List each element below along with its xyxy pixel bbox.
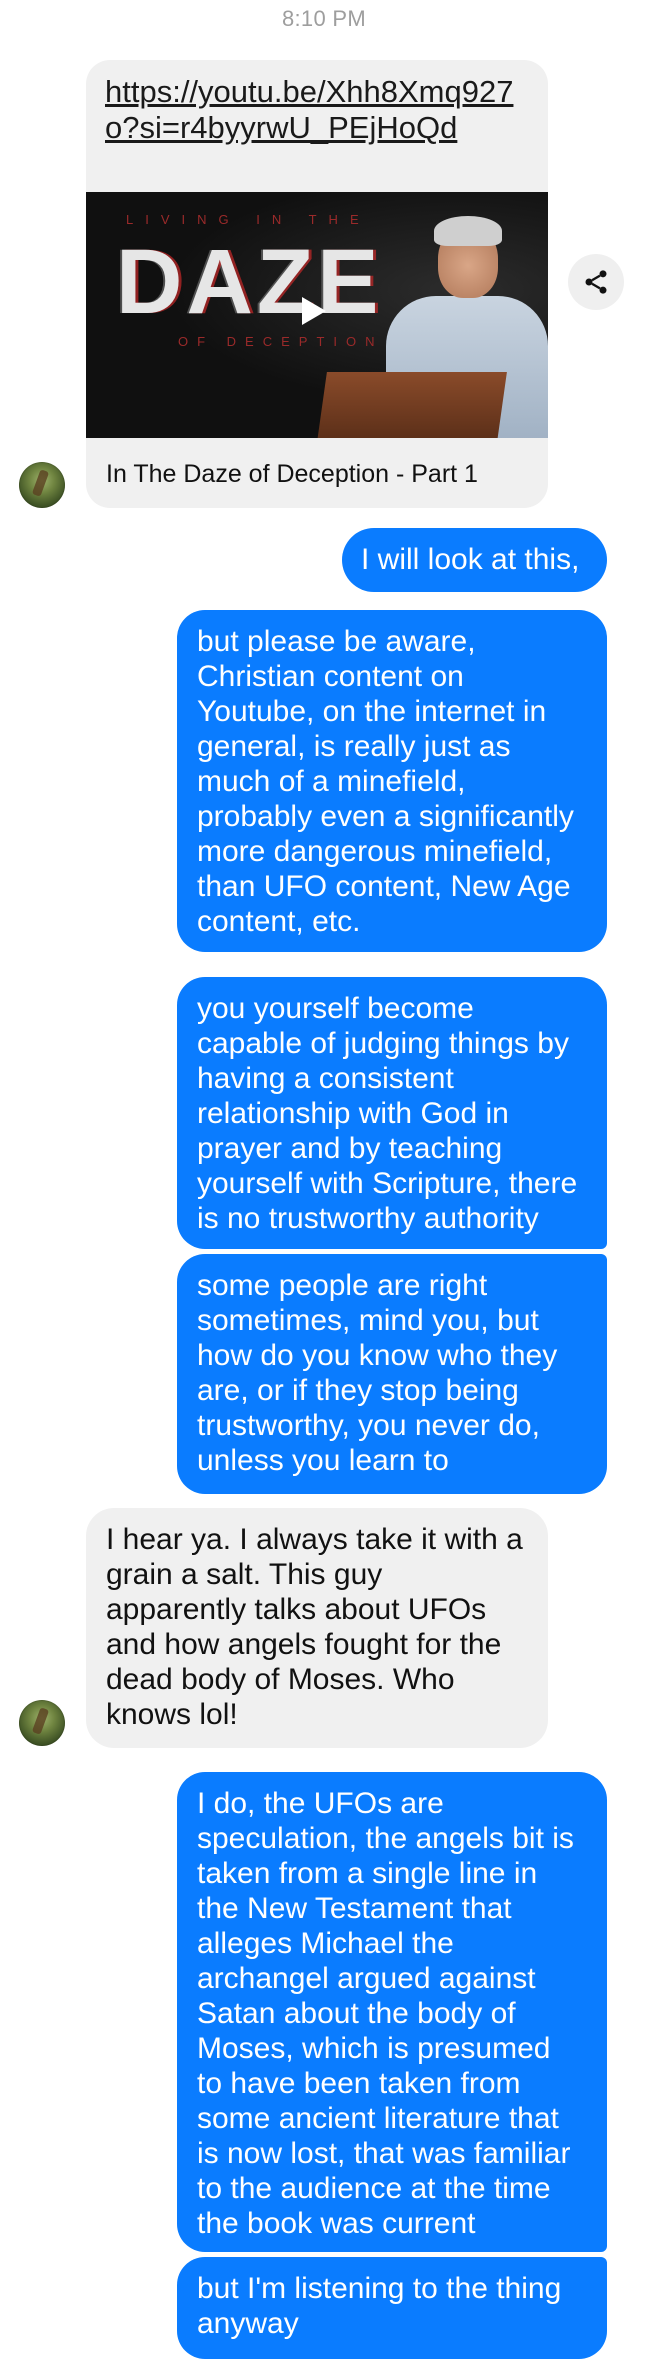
message-bubble-outgoing[interactable]: you yourself become capable of judging t… <box>177 977 607 1249</box>
message-bubble-outgoing[interactable]: I will look at this, <box>342 528 607 592</box>
message-bubble-incoming[interactable]: I hear ya. I always take it with a grain… <box>86 1508 548 1748</box>
contact-avatar[interactable] <box>19 1700 65 1746</box>
speaker-hair <box>434 216 502 246</box>
contact-avatar[interactable] <box>19 462 65 508</box>
link-url[interactable]: https://youtu.be/Xhh8Xmq927o?si=r4byyrwU… <box>105 74 535 146</box>
podium <box>317 372 507 438</box>
message-bubble-outgoing[interactable]: but I'm listening to the thing anyway <box>177 2257 607 2359</box>
message-bubble-outgoing[interactable]: but please be aware, Christian content o… <box>177 610 607 952</box>
timestamp: 8:10 PM <box>281 6 367 31</box>
thumbnail-top-text: LIVING IN THE <box>126 212 371 227</box>
play-icon[interactable] <box>276 282 346 340</box>
link-title: In The Daze of Deception - Part 1 <box>106 460 478 488</box>
message-bubble-outgoing[interactable]: some people are right sometimes, mind yo… <box>177 1254 607 1494</box>
share-icon[interactable] <box>568 254 624 310</box>
video-thumbnail[interactable]: LIVING IN THE DAZE OF DECEPTION <box>86 192 548 438</box>
message-bubble-outgoing[interactable]: I do, the UFOs are speculation, the ange… <box>177 1772 607 2252</box>
link-preview-card[interactable]: https://youtu.be/Xhh8Xmq927o?si=r4byyrwU… <box>86 60 548 508</box>
